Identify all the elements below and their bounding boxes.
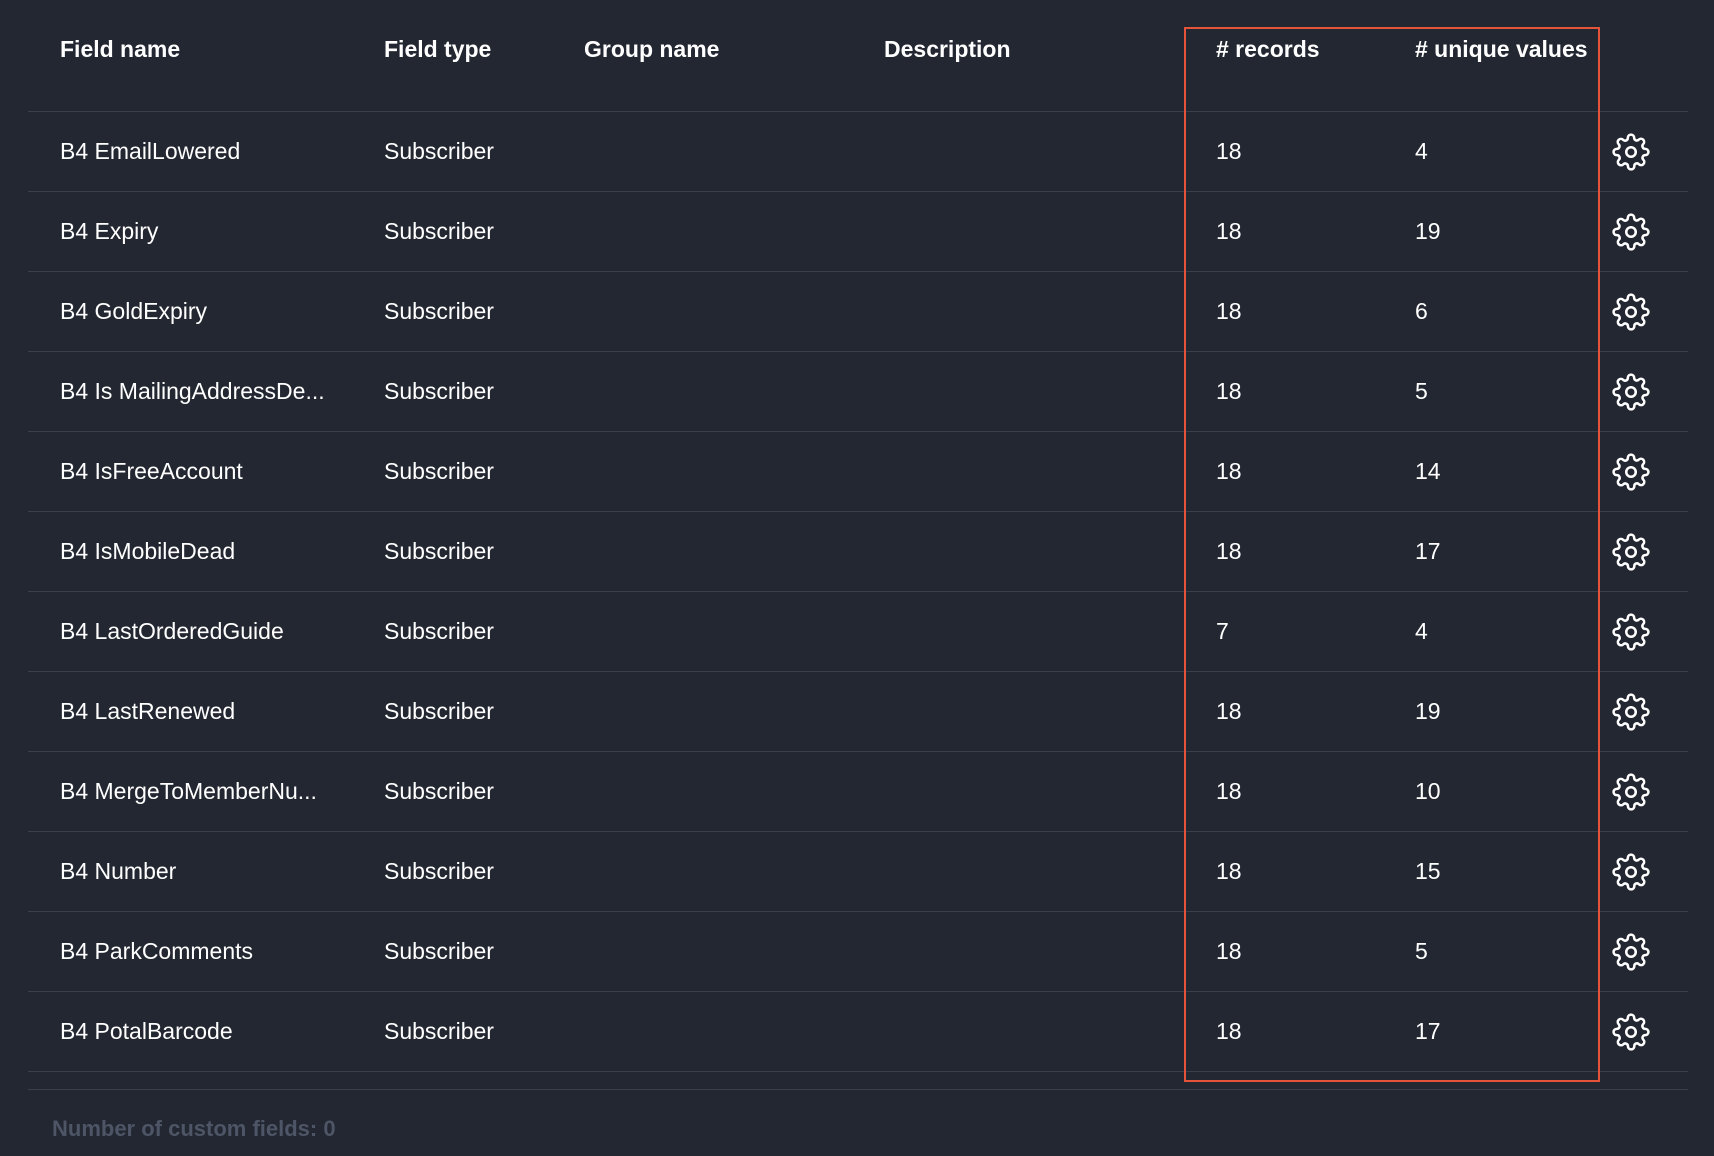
gear-icon[interactable]	[1611, 1012, 1651, 1052]
field-name-cell: B4 Is MailingAddressDe...	[60, 378, 325, 404]
table-row[interactable]: B4 LastOrderedGuide Subscriber 7 4	[28, 592, 1688, 672]
fields-page: Field name Field type Group name Descrip…	[0, 0, 1714, 1156]
field-type-cell: Subscriber	[384, 138, 494, 164]
table-row[interactable]: B4 IsMobileDead Subscriber 18 17	[28, 512, 1688, 592]
header-unique-values[interactable]: # unique values	[1415, 36, 1588, 63]
gear-icon[interactable]	[1611, 532, 1651, 572]
table-row[interactable]: B4 ParkComments Subscriber 18 5	[28, 912, 1688, 992]
unique-values-cell: 4	[1415, 138, 1428, 164]
unique-values-cell: 17	[1415, 538, 1441, 564]
records-cell: 7	[1216, 618, 1229, 644]
table-body: B4 EmailLowered Subscriber 18 4 B4 Expiry Sub…	[28, 112, 1688, 1072]
table-row[interactable]: B4 MergeToMemberNu... Subscriber 18 10	[28, 752, 1688, 832]
field-type-cell: Subscriber	[384, 298, 494, 324]
records-cell: 18	[1216, 938, 1242, 964]
field-name-cell: B4 GoldExpiry	[60, 298, 208, 324]
gear-icon[interactable]	[1611, 132, 1651, 172]
records-cell: 18	[1216, 778, 1242, 804]
field-type-cell: Subscriber	[384, 938, 494, 964]
footer-divider	[28, 1089, 1688, 1090]
records-cell: 18	[1216, 138, 1242, 164]
unique-values-cell: 17	[1415, 1018, 1441, 1044]
field-type-cell: Subscriber	[384, 618, 494, 644]
table-row[interactable]: B4 Number Subscriber 18 15	[28, 832, 1688, 912]
records-cell: 18	[1216, 858, 1242, 884]
gear-icon[interactable]	[1611, 292, 1651, 332]
unique-values-cell: 5	[1415, 378, 1428, 404]
header-description[interactable]: Description	[884, 36, 1011, 63]
unique-values-cell: 6	[1415, 298, 1428, 324]
unique-values-cell: 14	[1415, 458, 1441, 484]
unique-values-cell: 4	[1415, 618, 1428, 644]
field-name-cell: B4 IsMobileDead	[60, 538, 236, 564]
table-row[interactable]: B4 IsFreeAccount Subscriber 18 14	[28, 432, 1688, 512]
records-cell: 18	[1216, 378, 1242, 404]
table-row[interactable]: B4 Is MailingAddressDe... Subscriber 18 5	[28, 352, 1688, 432]
header-records[interactable]: # records	[1216, 36, 1320, 63]
unique-values-cell: 19	[1415, 218, 1441, 244]
header-group-name[interactable]: Group name	[584, 36, 719, 63]
field-name-cell: B4 LastOrderedGuide	[60, 618, 284, 644]
custom-fields-count: Number of custom fields: 0	[52, 1116, 336, 1141]
field-type-cell: Subscriber	[384, 218, 494, 244]
table-row[interactable]: B4 Expiry Subscriber 18 19	[28, 192, 1688, 272]
field-name-cell: B4 EmailLowered	[60, 138, 241, 164]
field-name-cell: B4 MergeToMemberNu...	[60, 778, 317, 804]
unique-values-cell: 10	[1415, 778, 1441, 804]
records-cell: 18	[1216, 1018, 1242, 1044]
field-type-cell: Subscriber	[384, 538, 494, 564]
header-field-type[interactable]: Field type	[384, 36, 491, 63]
table-header: Field name Field type Group name Descrip…	[28, 0, 1688, 112]
gear-icon[interactable]	[1611, 612, 1651, 652]
field-type-cell: Subscriber	[384, 378, 494, 404]
gear-icon[interactable]	[1611, 852, 1651, 892]
records-cell: 18	[1216, 538, 1242, 564]
fields-table: Field name Field type Group name Descrip…	[28, 0, 1688, 1072]
gear-icon[interactable]	[1611, 452, 1651, 492]
gear-icon[interactable]	[1611, 372, 1651, 412]
header-field-name[interactable]: Field name	[60, 36, 180, 63]
field-name-cell: B4 Expiry	[60, 218, 159, 244]
field-type-cell: Subscriber	[384, 458, 494, 484]
field-name-cell: B4 ParkComments	[60, 938, 254, 964]
unique-values-cell: 19	[1415, 698, 1441, 724]
table-row[interactable]: B4 LastRenewed Subscriber 18 19	[28, 672, 1688, 752]
records-cell: 18	[1216, 698, 1242, 724]
records-cell: 18	[1216, 218, 1242, 244]
gear-icon[interactable]	[1611, 772, 1651, 812]
table-row[interactable]: B4 EmailLowered Subscriber 18 4	[28, 112, 1688, 192]
field-name-cell: B4 IsFreeAccount	[60, 458, 243, 484]
gear-icon[interactable]	[1611, 932, 1651, 972]
field-name-cell: B4 PotalBarcode	[60, 1018, 233, 1044]
field-type-cell: Subscriber	[384, 778, 494, 804]
table-row[interactable]: B4 PotalBarcode Subscriber 18 17	[28, 992, 1688, 1072]
field-name-cell: B4 Number	[60, 858, 177, 884]
records-cell: 18	[1216, 298, 1242, 324]
field-type-cell: Subscriber	[384, 1018, 494, 1044]
unique-values-cell: 5	[1415, 938, 1428, 964]
unique-values-cell: 15	[1415, 858, 1441, 884]
gear-icon[interactable]	[1611, 692, 1651, 732]
records-cell: 18	[1216, 458, 1242, 484]
table-row[interactable]: B4 GoldExpiry Subscriber 18 6	[28, 272, 1688, 352]
field-type-cell: Subscriber	[384, 698, 494, 724]
field-type-cell: Subscriber	[384, 858, 494, 884]
gear-icon[interactable]	[1611, 212, 1651, 252]
field-name-cell: B4 LastRenewed	[60, 698, 236, 724]
